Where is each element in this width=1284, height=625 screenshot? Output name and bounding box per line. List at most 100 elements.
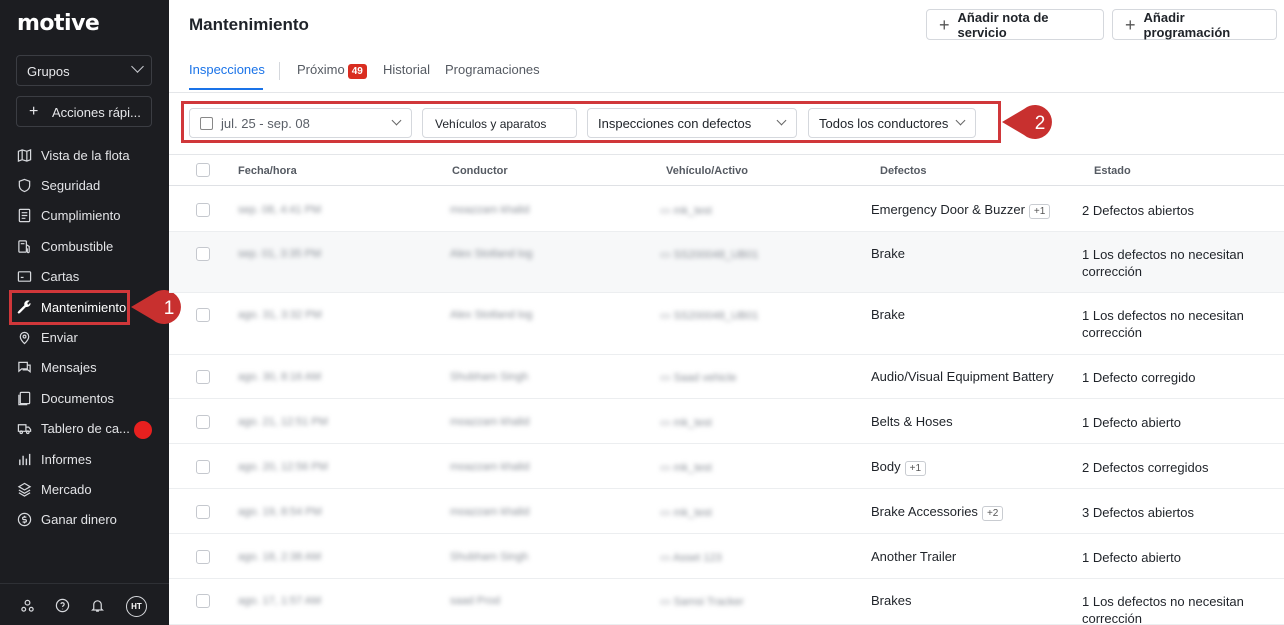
sidebar-item-label: Mensajes xyxy=(41,360,97,376)
column-header-status[interactable]: Estado xyxy=(1094,165,1131,177)
vehicle-name: Samsi Tracker xyxy=(673,596,744,608)
plus-icon: + xyxy=(1125,14,1136,35)
sidebar-item-label: Cartas xyxy=(41,269,80,285)
active-tab-indicator xyxy=(189,88,263,90)
plus-icon: + xyxy=(939,14,950,35)
status-cell: 1 Los defectos no necesitan corrección xyxy=(1082,594,1244,625)
date-time-cell: ago. 17, 1:57 AM xyxy=(238,595,322,607)
vehicle-name: mk_test xyxy=(673,461,712,474)
status-cell: 1 Los defectos no necesitan corrección xyxy=(1082,247,1244,279)
defect-cell: Another Trailer xyxy=(871,549,956,564)
table-row[interactable]: ago. 31, 3:32 PM Alex Stotland log ▭ SS200… xyxy=(169,293,1284,355)
help-icon[interactable] xyxy=(55,598,70,613)
status-cell: 1 Defecto abierto xyxy=(1082,549,1182,565)
bar-chart-icon xyxy=(17,452,32,467)
chevron-down-icon xyxy=(131,60,144,73)
plus-icon: + xyxy=(29,103,39,120)
row-checkbox[interactable] xyxy=(196,459,210,474)
card-icon xyxy=(17,269,32,284)
sidebar-footer: HT xyxy=(0,583,169,625)
bell-icon[interactable] xyxy=(90,598,105,613)
table-row[interactable]: ago. 17, 1:57 AM saad Prod ▭ Samsi Tracker… xyxy=(169,579,1284,625)
table-row[interactable]: sep. 08, 4:41 PM moazzam khalid ▭ mk_test E… xyxy=(169,187,1284,232)
status-cell: 1 Defecto abierto xyxy=(1082,414,1182,430)
table-row[interactable]: ago. 21, 12:51 PM moazzam khalid ▭ mk_test… xyxy=(169,399,1284,444)
row-checkbox[interactable] xyxy=(196,594,210,608)
row-checkbox[interactable] xyxy=(196,308,210,322)
sidebar-item-label: Cumplimiento xyxy=(41,208,121,224)
sidebar-item-label: Ganar dinero xyxy=(41,512,117,528)
row-checkbox[interactable] xyxy=(196,247,210,261)
column-header-vehicle[interactable]: Vehículo/Activo xyxy=(666,165,748,177)
driver-cell: moazzam khalid xyxy=(450,203,530,216)
driver-cell: Alex Stotland log xyxy=(450,309,533,321)
table-row[interactable]: ago. 20, 12:56 PM moazzam khalid ▭ mk_test… xyxy=(169,444,1284,489)
column-header-date[interactable]: Fecha/hora xyxy=(238,165,297,177)
table-row[interactable]: ago. 30, 8:16 AM Shubham Singh ▭ Saad vehi… xyxy=(169,355,1284,399)
defect-cell: Audio/Visual Equipment Battery xyxy=(871,369,1054,384)
tabs-divider xyxy=(169,92,1284,93)
groups-select[interactable]: Grupos xyxy=(16,55,152,86)
date-time-cell: ago. 21, 12:51 PM xyxy=(238,415,328,428)
defect-cell: Body +1 xyxy=(871,459,927,476)
app: motive Grupos + Acciones rápi... Vista d… xyxy=(0,0,1284,625)
table-row[interactable]: ago. 18, 2:38 AM Shubham Singh ▭ Asset 123… xyxy=(169,534,1284,579)
vehicle-cell: ▭ SS200048_UB01 xyxy=(660,249,759,261)
vehicle-cell: ▭ Saad vehicle xyxy=(660,372,737,384)
sidebar-item-label: Vista de la flota xyxy=(41,147,130,163)
document-icon xyxy=(17,208,32,223)
sidebar-item-fleet-view[interactable]: Vista de la flota xyxy=(0,140,169,170)
layers-icon xyxy=(17,482,32,497)
sidebar-item-messages[interactable]: Mensajes xyxy=(0,353,169,383)
driver-cell: moazzam khalid xyxy=(450,415,530,428)
date-time-cell: sep. 08, 4:41 PM xyxy=(238,203,322,216)
fuel-icon xyxy=(17,239,32,254)
extra-defects-chip[interactable]: +2 xyxy=(981,505,1004,521)
table-row[interactable]: ago. 19, 8:54 PM moazzam khalid ▭ mk_test B… xyxy=(169,489,1284,534)
avatar[interactable]: HT xyxy=(126,596,147,617)
extra-defects-chip[interactable]: +1 xyxy=(904,460,927,476)
vehicle-name: SS200048_UB01 xyxy=(673,249,759,261)
users-icon[interactable] xyxy=(20,598,35,613)
sidebar-item-fuel[interactable]: Combustible xyxy=(0,231,169,261)
sidebar-item-marketplace[interactable]: Mercado xyxy=(0,474,169,504)
tab-upcoming[interactable]: Próximo 49 xyxy=(297,62,367,79)
extra-defects-chip[interactable]: +1 xyxy=(1028,203,1051,219)
sidebar-item-documents[interactable]: Documentos xyxy=(0,383,169,413)
defect-name: Audio/Visual Equipment Battery xyxy=(871,369,1054,384)
defect-name: Brakes xyxy=(871,593,912,608)
tab-inspections[interactable]: Inspecciones xyxy=(189,62,265,77)
sidebar-item-dashboard[interactable]: Tablero de ca... xyxy=(0,414,169,444)
tab-schedules[interactable]: Programaciones xyxy=(445,62,540,77)
row-checkbox[interactable] xyxy=(196,549,210,564)
status-cell: 3 Defectos abiertos xyxy=(1082,504,1195,520)
date-time-cell: ago. 30, 8:16 AM xyxy=(238,371,322,383)
row-checkbox[interactable] xyxy=(196,370,210,384)
status-cell: 2 Defectos corregidos xyxy=(1082,459,1209,475)
defect-name: Emergency Door & Buzzer xyxy=(871,201,1025,217)
sidebar-item-earn-money[interactable]: Ganar dinero xyxy=(0,505,169,535)
sidebar-item-reports[interactable]: Informes xyxy=(0,444,169,474)
driver-cell: moazzam khalid xyxy=(450,460,530,473)
select-all-checkbox[interactable] xyxy=(196,163,210,177)
row-checkbox[interactable] xyxy=(196,414,210,429)
add-schedule-button[interactable]: + Añadir programación xyxy=(1112,9,1277,40)
sidebar-item-compliance[interactable]: Cumplimiento xyxy=(0,201,169,231)
tab-history[interactable]: Historial xyxy=(383,62,430,77)
add-service-note-button[interactable]: + Añadir nota de servicio xyxy=(926,9,1104,40)
row-checkbox[interactable] xyxy=(196,202,210,217)
sidebar-item-dispatch[interactable]: Enviar xyxy=(0,322,169,352)
column-header-defects[interactable]: Defectos xyxy=(880,165,926,177)
sidebar-item-safety[interactable]: Seguridad xyxy=(0,170,169,200)
table-row[interactable]: sep. 01, 3:35 PM Alex Stotland log ▭ SS200… xyxy=(169,232,1284,293)
motive-logo[interactable]: motive xyxy=(17,11,100,36)
quick-actions-button[interactable]: + Acciones rápi... xyxy=(16,96,152,127)
defect-name: Brake xyxy=(871,307,905,322)
defect-cell: Brakes xyxy=(871,593,911,608)
driver-cell: Shubham Singh xyxy=(450,371,529,383)
notification-dot xyxy=(134,420,152,439)
row-checkbox[interactable] xyxy=(196,504,210,519)
defect-name: Another Trailer xyxy=(871,548,957,564)
column-header-driver[interactable]: Conductor xyxy=(452,165,508,177)
driver-cell: saad Prod xyxy=(450,595,501,607)
